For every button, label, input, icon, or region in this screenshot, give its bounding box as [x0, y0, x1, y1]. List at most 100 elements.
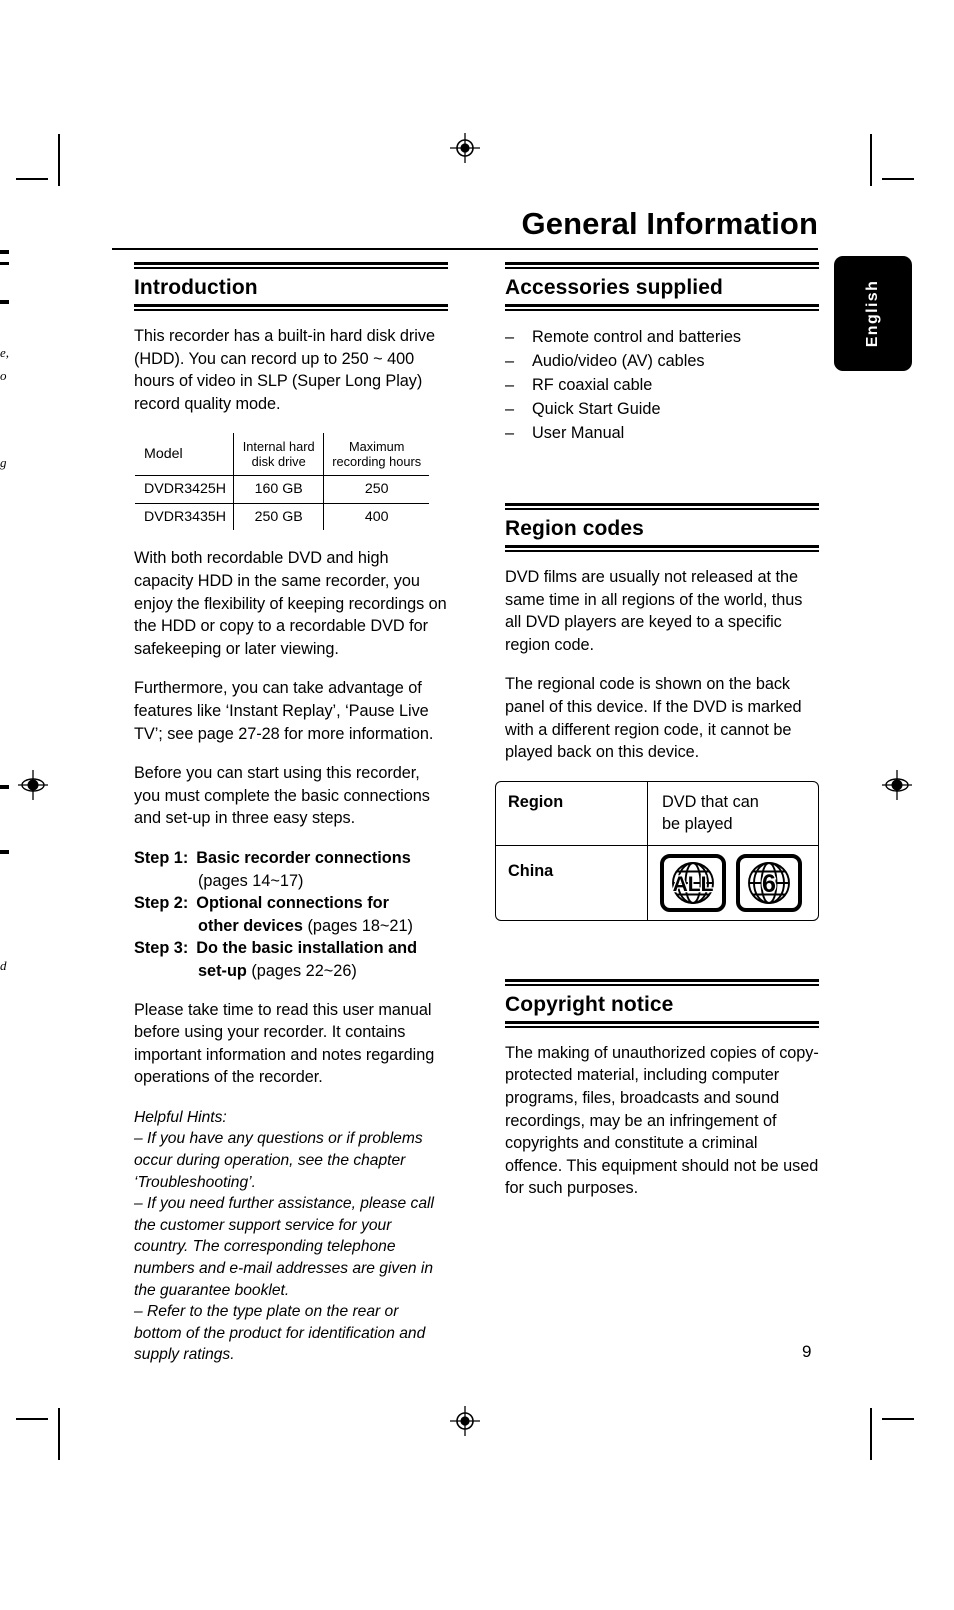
bleed-fragment-text: d — [0, 958, 7, 973]
crop-mark-top-left-vertical — [58, 134, 60, 186]
helpful-hint-item: – If you have any questions or if proble… — [134, 1130, 423, 1191]
step-text: Optional connections for — [196, 892, 448, 915]
bleed-fragment-text: e, — [0, 345, 9, 360]
table-header-hours: Maximum recording hours — [323, 433, 429, 477]
step-label: Step 2: — [134, 894, 189, 913]
section-region-codes: Region codes — [505, 503, 819, 553]
crop-mark-top-right-horizontal — [882, 178, 914, 180]
list-item-label: Audio/video (AV) cables — [532, 352, 705, 371]
list-item: – Quick Start Guide — [505, 397, 819, 421]
cell-hdd: 160 GB — [233, 475, 325, 504]
region-disc-6-icon: 6 — [736, 853, 802, 912]
table-header-row: Model Internal hard disk drive Maximum r… — [135, 433, 429, 477]
right-column: Accessories supplied – Remote control and… — [495, 262, 819, 1217]
step-row: Step 2: Optional connections for — [134, 892, 448, 915]
bleed-fragment-text: g — [0, 455, 7, 470]
list-item: – Audio/video (AV) cables — [505, 349, 819, 373]
list-item-label: Remote control and batteries — [532, 328, 742, 347]
step-text: Do the basic installation and — [196, 937, 448, 960]
document-page: e, o g d General Information English Int… — [0, 0, 954, 1610]
step-label: Step 3: — [134, 939, 189, 958]
table-header-hdd: Internal hard disk drive — [233, 433, 325, 477]
section-rule-below — [505, 1020, 819, 1028]
table-header-model: Model — [135, 433, 235, 477]
step-row: Step 3: Do the basic installation and — [134, 937, 448, 960]
step-pages: (pages 14~17) — [198, 871, 304, 890]
registration-target-icon-left — [18, 770, 48, 800]
page-number: 9 — [802, 1342, 812, 1361]
list-item: – User Manual — [505, 421, 819, 445]
language-tab-label: English — [864, 279, 881, 348]
crop-mark-bottom-left-vertical — [58, 1408, 60, 1460]
dash-bullet-icon: – — [505, 328, 515, 347]
region-disc-icons: ALL 6 — [660, 853, 818, 912]
region-paragraph-1: DVD films are usually not released at th… — [505, 568, 803, 654]
step-continuation: (pages 14~17) — [134, 870, 448, 893]
bleed-fragment-rule — [0, 250, 9, 254]
helpful-hint-item: – If you need further assistance, please… — [134, 1195, 434, 1299]
step-continuation: set-up (pages 22~26) — [134, 960, 448, 983]
section-introduction: Introduction — [134, 262, 448, 312]
region-disc-all-icon: ALL — [660, 853, 726, 912]
intro-paragraph-3: Furthermore, you can take advantage of f… — [134, 679, 434, 743]
region-table-cell-discs: ALL 6 — [648, 846, 818, 920]
section-heading-copyright: Copyright notice — [505, 992, 674, 1016]
dash-bullet-icon: – — [505, 400, 515, 419]
crop-mark-bottom-left-horizontal — [16, 1418, 48, 1420]
section-accessories: Accessories supplied — [505, 262, 819, 312]
crop-mark-top-right-vertical — [870, 134, 872, 186]
cell-hdd: 250 GB — [233, 502, 325, 531]
cell-model: DVDR3425H — [135, 475, 235, 504]
section-rule-above — [134, 262, 448, 269]
step-bold-continuation: set-up — [198, 961, 247, 980]
intro-paragraph-2: With both recordable DVD and high capaci… — [134, 549, 447, 658]
page-title: General Information — [521, 206, 818, 241]
section-rule-below — [134, 304, 448, 312]
step-label: Step 1: — [134, 848, 189, 867]
step-pages: (pages 18~21) — [302, 916, 413, 935]
helpful-hint-item: – Refer to the type plate on the rear or… — [134, 1303, 426, 1364]
step-bold-text: Optional connections for — [196, 894, 389, 913]
helpful-hints-title: Helpful Hints: — [134, 1108, 227, 1126]
step-continuation: other devices (pages 18~21) — [134, 915, 448, 938]
section-rule-above — [505, 503, 819, 511]
registration-target-icon-right — [882, 770, 912, 800]
bleed-fragment-rule — [0, 300, 9, 304]
svg-text:ALL: ALL — [673, 873, 714, 896]
helpful-hints-block: Helpful Hints: – If you have any questio… — [134, 1107, 448, 1366]
region-table-header-row: Region DVD that can be played — [496, 781, 818, 846]
bleed-fragment-rule — [0, 262, 9, 265]
bleed-fragment-text: o — [0, 368, 7, 383]
region-table-row: China ALL 6 — [496, 845, 818, 920]
section-heading-region-codes: Region codes — [505, 517, 644, 541]
crop-mark-bottom-right-vertical — [870, 1408, 872, 1460]
crop-mark-top-left-horizontal — [16, 178, 48, 180]
cell-hours: 400 — [323, 502, 429, 531]
left-column: Introduction This recorder has a built-i… — [134, 262, 448, 1366]
region-table-header-region-cell: Region — [496, 781, 648, 845]
crop-mark-bottom-right-horizontal — [882, 1418, 914, 1420]
step-text: Basic recorder connections — [196, 847, 448, 870]
language-tab-english: English — [834, 256, 912, 371]
table-row: DVDR3425H 160 GB 250 — [135, 475, 429, 504]
step-bold-text: Basic recorder connections — [196, 848, 411, 867]
step-bold-text: Do the basic installation and — [196, 939, 418, 958]
step-pages: (pages 22~26) — [246, 961, 357, 980]
bleed-fragment-rule — [0, 850, 9, 854]
dash-bullet-icon: – — [505, 352, 515, 371]
accessories-list: – Remote control and batteries – Audio/vid… — [505, 325, 819, 445]
step-row: Step 1: Basic recorder connections — [134, 847, 448, 870]
region-table-header-dvd-line1: DVD that can — [662, 792, 759, 811]
region-code-table: Region DVD that can be played China ALL … — [495, 780, 819, 921]
section-heading-accessories: Accessories supplied — [505, 276, 723, 299]
list-item-label: User Manual — [532, 424, 625, 443]
list-item: – RF coaxial cable — [505, 373, 819, 397]
step-bold-continuation: other devices — [198, 916, 303, 935]
header-rule — [112, 248, 818, 250]
region-paragraph-2: The regional code is shown on the back p… — [505, 675, 802, 762]
cell-hours: 250 — [323, 475, 429, 504]
bleed-fragment-rule — [0, 785, 9, 789]
registration-target-icon-top — [450, 133, 480, 163]
region-name-label: China — [508, 861, 554, 880]
region-table-cell-region: China — [496, 845, 648, 920]
